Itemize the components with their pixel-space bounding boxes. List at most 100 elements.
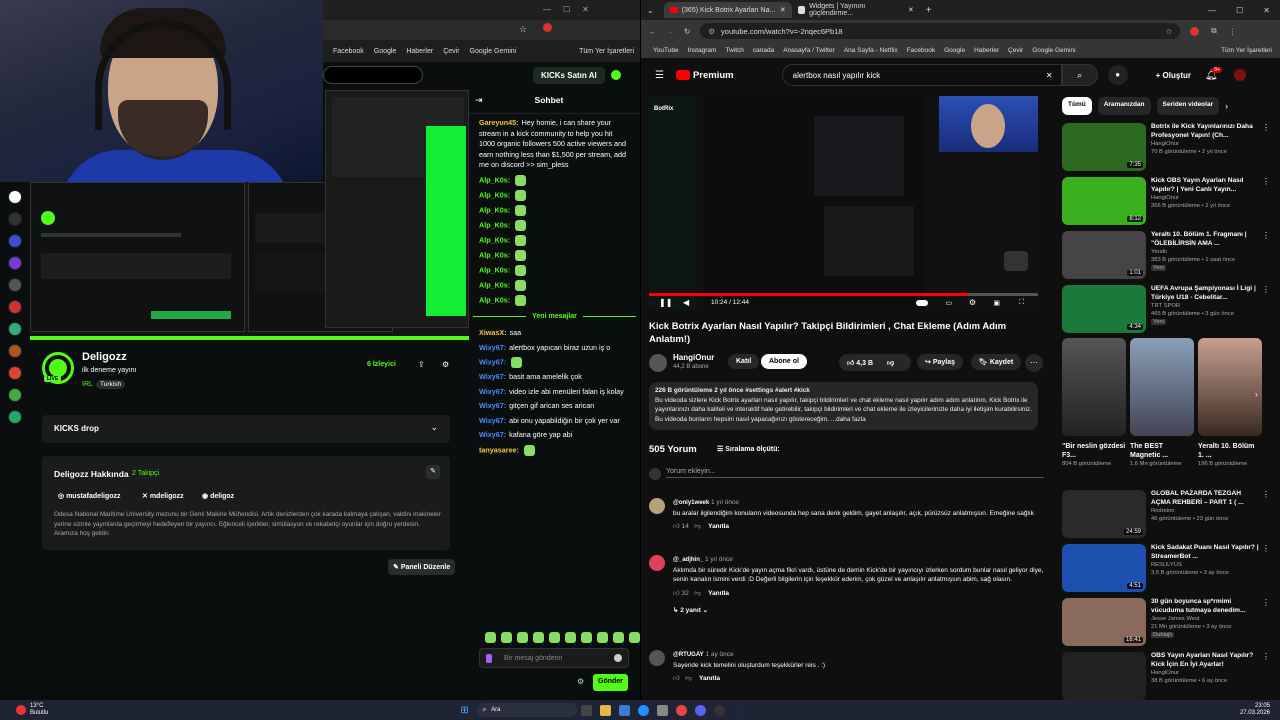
reply-button[interactable]: Yanıtla: [708, 523, 729, 530]
obs-icon[interactable]: [713, 704, 725, 716]
chevron-right-icon[interactable]: ›: [1225, 97, 1228, 115]
video-channel[interactable]: HangiOnur: [1151, 194, 1261, 202]
followed-channel-icon[interactable]: [8, 410, 22, 424]
bookmark[interactable]: Twitch: [725, 47, 743, 54]
video-thumbnail[interactable]: 16:41: [1062, 598, 1146, 646]
instagram-link[interactable]: ◎ mustafadeligozz: [58, 492, 121, 500]
emote-bar[interactable]: [483, 632, 656, 643]
video-channel[interactable]: RESULYUS: [1151, 561, 1261, 569]
chip-series[interactable]: Seriden videolar: [1156, 97, 1220, 115]
more-icon[interactable]: ⋮: [1262, 652, 1270, 661]
short-thumbnail[interactable]: [1130, 338, 1194, 436]
url-field[interactable]: ⚙ youtube.com/watch?v=-2nqec6Pb18 ☆: [700, 23, 1181, 39]
chat-username[interactable]: Wixy67:: [479, 430, 506, 439]
steam-icon[interactable]: [732, 704, 744, 716]
channel-avatar[interactable]: [649, 354, 667, 372]
close-tab-icon[interactable]: ✕: [780, 6, 786, 14]
fullscreen-icon[interactable]: ⛶: [1019, 299, 1024, 307]
send-button[interactable]: Gönder: [593, 674, 628, 691]
more-icon[interactable]: ⋮: [1262, 285, 1270, 294]
reload-icon[interactable]: ↻: [684, 27, 690, 36]
chat-settings-icon[interactable]: ⚙: [577, 677, 584, 688]
followed-channel-icon[interactable]: [8, 234, 22, 248]
language-tag[interactable]: Turkish: [96, 380, 126, 389]
emote-icon[interactable]: [517, 632, 528, 643]
store-icon[interactable]: [618, 704, 630, 716]
avatar[interactable]: [8, 190, 22, 204]
chat-input[interactable]: Bir mesaj gönderin: [479, 648, 629, 668]
bookmark[interactable]: Ana Sayfa - Netflix: [844, 47, 898, 54]
pause-icon[interactable]: ❚❚: [659, 298, 672, 307]
share-icon[interactable]: ⇪: [418, 360, 425, 369]
settings-icon[interactable]: ⚙: [969, 298, 976, 307]
video-thumbnail[interactable]: [1062, 652, 1146, 700]
recommended-video[interactable]: 16:41 30 gün boyunca sp*rmimi vücuduma tu…: [1062, 598, 1272, 648]
edge-icon[interactable]: [637, 704, 649, 716]
stream-player[interactable]: [30, 90, 469, 340]
video-title[interactable]: OBS Yayın Ayarları Nasıl Yapılır? Kick İ…: [1151, 652, 1261, 669]
replies-toggle[interactable]: ↳ 2 yanıt ⌄: [673, 606, 1044, 616]
bookmark[interactable]: Çevir: [1008, 47, 1023, 54]
video-thumbnail[interactable]: 1:01: [1062, 231, 1146, 279]
site-info-icon[interactable]: ⚙: [708, 27, 715, 36]
kicks-buy-button[interactable]: KICKs Satın Al: [533, 66, 605, 84]
kicks-drop-section[interactable]: KICKS drop ⌄: [42, 415, 450, 443]
chat-username[interactable]: Alp_K0s:: [479, 295, 510, 304]
followed-channel-icon[interactable]: [8, 344, 22, 358]
bookmark[interactable]: Google Gemini: [470, 48, 517, 55]
new-messages-divider[interactable]: Yeni mesajlar: [526, 312, 583, 323]
comment-user[interactable]: @only1week: [673, 500, 709, 506]
chat-username[interactable]: Alp_K0s:: [479, 175, 510, 184]
chat-username[interactable]: Alp_K0s:: [479, 205, 510, 214]
bookmark[interactable]: Haberler: [974, 47, 999, 54]
video-channel[interactable]: TRT SPOR: [1151, 302, 1261, 310]
video-thumbnail[interactable]: 7:35: [1062, 123, 1146, 171]
short-thumbnail[interactable]: [1062, 338, 1126, 436]
chip-from-search[interactable]: Aramanızdan: [1097, 97, 1151, 115]
chevron-right-icon[interactable]: ›: [1255, 390, 1258, 399]
video-channel[interactable]: Jesse James West: [1151, 615, 1261, 623]
channel-name[interactable]: HangiOnur: [673, 353, 714, 362]
left-address-bar[interactable]: ☆: [323, 20, 640, 40]
more-icon[interactable]: ⋮: [1262, 231, 1270, 240]
more-icon[interactable]: ⋮: [1262, 123, 1270, 132]
avatar[interactable]: [1233, 69, 1246, 81]
channel-name[interactable]: Deligozz: [82, 351, 127, 363]
more-icon[interactable]: ⋮: [1262, 177, 1270, 186]
tab-search-icon[interactable]: ⌄: [647, 6, 654, 15]
recommended-video[interactable]: 8:12 Kick OBS Yayın Ayarları Nasıl Yapılı…: [1062, 177, 1272, 227]
edit-panels-button[interactable]: ✎ Paneli Düzenle: [388, 559, 456, 575]
avatar[interactable]: [649, 555, 665, 571]
video-title[interactable]: UEFA Avrupa Şampiyonası İ Ligi | Türkiye…: [1151, 285, 1261, 302]
recommended-video[interactable]: 1:01 Yeraltı 10. Bölüm 1. Fragmanı | "ÖLE…: [1062, 231, 1272, 281]
emote-icon[interactable]: [565, 632, 576, 643]
chrome-icon[interactable]: [675, 704, 687, 716]
video-title[interactable]: 30 gün boyunca sp*rmimi vücuduma tutmaya…: [1151, 598, 1261, 615]
followed-channel-icon[interactable]: [8, 278, 22, 292]
bookmark[interactable]: Google Gemini: [1032, 47, 1075, 54]
edit-icon[interactable]: ✎: [426, 465, 440, 479]
like-button[interactable]: 👍︎ 4,3 B 👎︎: [839, 354, 911, 371]
bell-icon[interactable]: 🔔︎ 9+: [1205, 66, 1223, 81]
followed-channel-icon[interactable]: [8, 256, 22, 270]
weather-icon[interactable]: [16, 705, 26, 715]
bookmark[interactable]: canada: [753, 47, 774, 54]
share-button[interactable]: ↪ Paylaş: [917, 354, 963, 370]
hamburger-icon[interactable]: ☰: [655, 70, 664, 81]
video-thumbnail[interactable]: 24:59: [1062, 490, 1146, 538]
volume-icon[interactable]: ◀︎: [683, 298, 689, 307]
more-icon[interactable]: ⋮: [1262, 598, 1270, 607]
add-comment-input[interactable]: Yorum ekleyin...: [666, 468, 1044, 478]
menu-icon[interactable]: ⋮: [1229, 27, 1237, 36]
settings-icon[interactable]: ⚙: [442, 360, 449, 369]
chat-username[interactable]: Alp_K0s:: [479, 250, 510, 259]
back-icon[interactable]: ←: [649, 27, 657, 36]
short-title[interactable]: The BEST Magnetic ...: [1130, 442, 1194, 460]
tab-widgets[interactable]: Widgets | Yayınını güçlendirme... ✕: [792, 2, 920, 18]
discord-link[interactable]: ◉ deligoz: [202, 492, 234, 500]
more-icon[interactable]: ⋮: [1262, 490, 1270, 499]
recommended-video[interactable]: 4:34 UEFA Avrupa Şampiyonası İ Ligi | Tür…: [1062, 285, 1272, 335]
video-title[interactable]: Botrix ile Kick Yayınlarınızı Daha Profe…: [1151, 123, 1261, 140]
file-explorer-icon[interactable]: [599, 704, 611, 716]
chat-username[interactable]: Alp_K0s:: [479, 190, 510, 199]
